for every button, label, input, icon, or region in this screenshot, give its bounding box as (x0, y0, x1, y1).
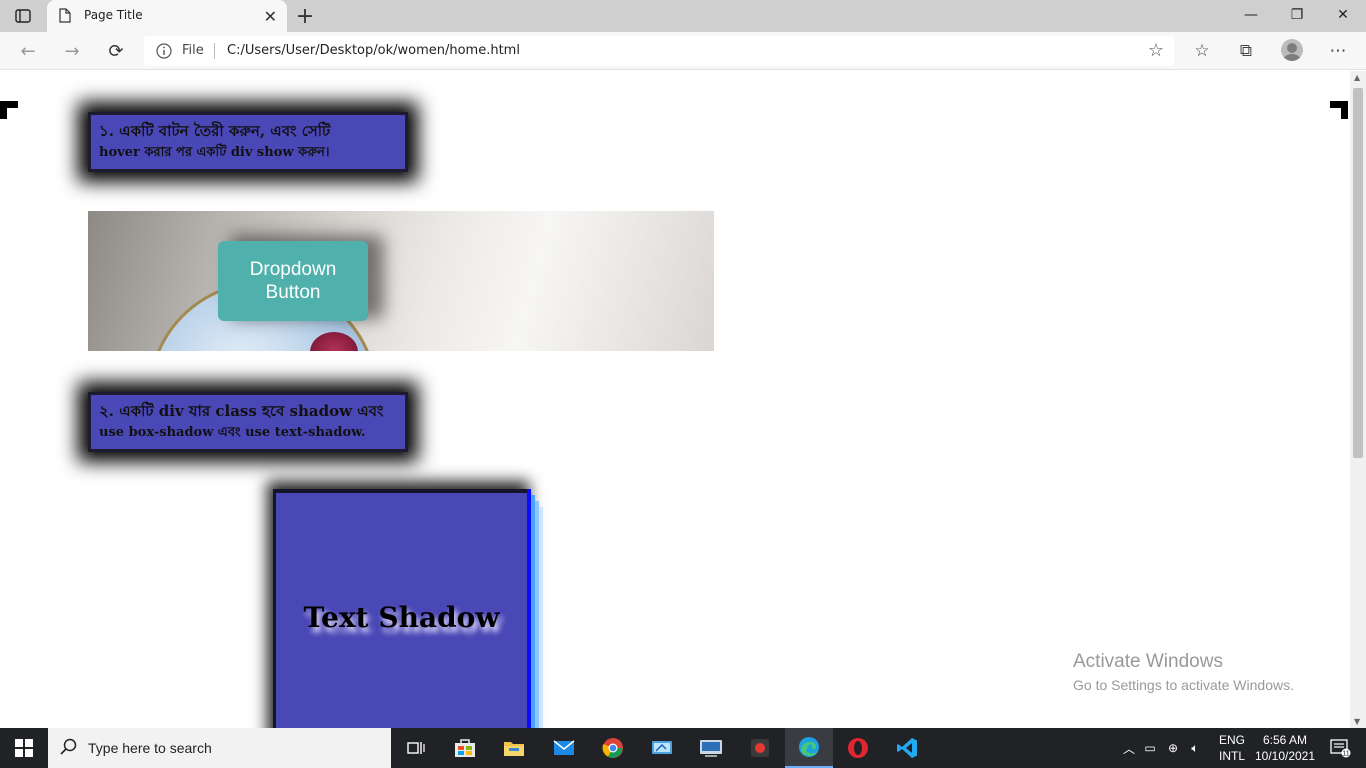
refresh-button[interactable]: ⟳ (104, 40, 128, 62)
task-note-2-line1: ২. একটি div যার class হবে shadow এবং (99, 402, 384, 420)
info-icon[interactable] (156, 43, 172, 63)
screen-recorder-icon[interactable] (736, 728, 784, 768)
vscode-icon[interactable] (883, 728, 931, 768)
task-view-icon[interactable] (392, 728, 440, 768)
browser-tab-strip: Page Title ✕ + — ❐ ✕ (0, 0, 1366, 32)
volume-icon[interactable]: 🔈︎ (1184, 741, 1206, 756)
tab-title: Page Title (84, 8, 143, 22)
task-note-1: ১. একটি বাটন তৈরী করুন, এবং সেটি hover ক… (88, 112, 408, 172)
add-favorite-icon[interactable]: ☆ (1148, 40, 1164, 61)
browser-tab[interactable]: Page Title ✕ (47, 0, 287, 32)
new-tab-button[interactable]: + (292, 4, 318, 29)
windows-logo-icon (15, 739, 33, 757)
collections-icon[interactable]: ⧉ (1233, 40, 1259, 62)
watermark-line1: Activate Windows (1073, 651, 1223, 672)
corner-mark-left (0, 101, 18, 119)
restore-button[interactable]: ❐ (1274, 0, 1320, 30)
search-icon (60, 738, 78, 760)
network-globe-icon[interactable]: ⊕ (1162, 741, 1184, 755)
scroll-up-icon[interactable]: ▲ (1354, 73, 1360, 82)
scroll-down-icon[interactable]: ▼ (1354, 717, 1360, 726)
browser-toolbar: ← → ⟳ File C:/Users/User/Desktop/ok/wome… (0, 32, 1366, 70)
corner-mark-right (1330, 101, 1348, 119)
window-controls: — ❐ ✕ (1228, 0, 1366, 32)
task-note-1-line1: ১. একটি বাটন তৈরী করুন, এবং সেটি (99, 122, 331, 140)
clock-date: 10/10/2021 (1254, 749, 1316, 763)
edge-icon[interactable] (785, 728, 833, 768)
back-button[interactable]: ← (16, 40, 40, 62)
tab-actions-icon[interactable] (8, 5, 38, 27)
document-icon (59, 8, 71, 27)
remote-desktop-icon[interactable] (638, 728, 686, 768)
notification-center-icon[interactable]: 11 (1320, 728, 1360, 768)
taskbar-clock[interactable]: 6:56 AM 10/10/2021 (1250, 732, 1320, 764)
language-code: ENG (1218, 733, 1245, 747)
start-button[interactable] (0, 728, 48, 768)
shadow-card: Text Shadow (273, 489, 527, 728)
battery-icon[interactable]: ▭ (1138, 741, 1162, 755)
language-indicator[interactable]: ENG INTL (1216, 732, 1248, 764)
search-placeholder: Type here to search (88, 740, 212, 756)
forward-button[interactable]: → (60, 40, 84, 62)
task-note-1-line2: hover করার পর একটি div show করুন। (99, 145, 330, 160)
close-tab-icon[interactable]: ✕ (264, 7, 277, 26)
address-separator (214, 43, 215, 59)
page-viewport: ১. একটি বাটন তৈরী করুন, এবং সেটি hover ক… (0, 71, 1350, 728)
more-menu-icon[interactable]: ⋯ (1325, 40, 1351, 62)
control-panel-icon[interactable] (687, 728, 735, 768)
activate-windows-watermark: Activate Windows Go to Settings to activ… (1073, 651, 1294, 693)
keyboard-layout: INTL (1218, 749, 1245, 763)
profile-avatar[interactable] (1281, 39, 1303, 61)
close-window-button[interactable]: ✕ (1320, 0, 1366, 30)
show-hidden-icons-icon[interactable]: ︿ (1120, 740, 1138, 757)
favorites-icon[interactable]: ☆ (1189, 40, 1215, 62)
address-scheme-label: File (182, 43, 204, 58)
minimize-button[interactable]: — (1228, 0, 1274, 30)
address-bar[interactable]: File C:/Users/User/Desktop/ok/women/home… (144, 36, 1174, 66)
url-text[interactable]: C:/Users/User/Desktop/ok/women/home.html (227, 43, 520, 58)
system-tray: ︿ ▭ ⊕ 🔈︎ (1120, 728, 1206, 768)
dropdown-button[interactable]: Dropdown Button (218, 241, 368, 321)
scrollbar-thumb[interactable] (1353, 88, 1363, 458)
clock-time: 6:56 AM (1262, 733, 1308, 747)
task-note-2: ২. একটি div যার class হবে shadow এবং use… (88, 392, 408, 452)
taskbar-search-box[interactable]: Type here to search (48, 728, 391, 768)
windows-taskbar: Type here to search ︿ ▭ ⊕ 🔈︎ ENG INTL 6:… (0, 728, 1366, 768)
file-explorer-icon[interactable] (490, 728, 538, 768)
mail-icon[interactable] (540, 728, 588, 768)
vertical-scrollbar[interactable]: ▲ ▼ (1350, 71, 1366, 728)
hero-banner-image: Dropdown Button (88, 211, 714, 351)
chrome-icon[interactable] (589, 728, 637, 768)
store-icon[interactable] (441, 728, 489, 768)
task-note-2-line2: use box-shadow এবং use text-shadow. (99, 425, 366, 440)
opera-icon[interactable] (834, 728, 882, 768)
shadow-card-title: Text Shadow (303, 601, 500, 634)
watermark-line2: Go to Settings to activate Windows. (1073, 677, 1294, 693)
notification-count: 11 (1342, 751, 1349, 758)
